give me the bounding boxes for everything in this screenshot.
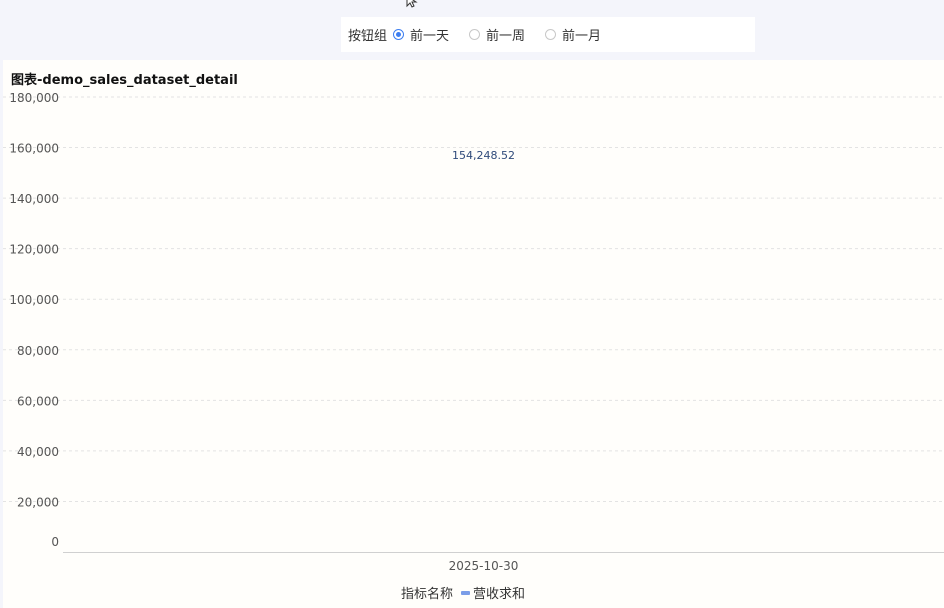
radio-previous-month[interactable]: 前一月 xyxy=(545,25,601,44)
radio-checked-icon xyxy=(393,29,405,40)
legend-title: 指标名称 xyxy=(401,587,454,602)
button-group-filter: 按钮组 前一天 前一周 前一月 xyxy=(341,17,755,52)
chart-panel: 图表-demo_sales_dataset_detail 0 20,000 40,0… xyxy=(3,60,944,608)
radio-label: 前一天 xyxy=(410,29,450,44)
mouse-cursor-icon xyxy=(406,0,418,8)
radio-label: 前一月 xyxy=(562,29,602,44)
radio-previous-day[interactable]: 前一天 xyxy=(393,25,449,44)
x-tick-label: 2025-10-30 xyxy=(449,559,519,573)
legend-series-label: 营收求和 xyxy=(473,587,526,602)
legend-swatch-icon xyxy=(461,590,471,595)
y-tick-label: 0 xyxy=(51,535,59,549)
dashboard-page: 按钮组 前一天 前一周 前一月 图表-demo_sales_dataset_de… xyxy=(0,0,944,608)
radio-unchecked-icon xyxy=(545,29,557,40)
y-tick-label: 160,000 xyxy=(9,142,59,156)
y-tick-label: 80,000 xyxy=(17,344,59,358)
bar-chart: 0 20,000 40,000 60,000 80,000 100,000 120,000 1… xyxy=(3,91,944,573)
chart-legend[interactable]: 指标名称 营收求和 xyxy=(401,583,525,602)
y-tick-label: 120,000 xyxy=(9,243,59,257)
y-tick-label: 20,000 xyxy=(17,495,59,509)
y-tick-label: 100,000 xyxy=(9,293,59,307)
y-tick-label: 180,000 xyxy=(9,91,59,105)
y-tick-label: 60,000 xyxy=(17,394,59,408)
data-label: 154,248.52 xyxy=(452,149,515,162)
y-tick-label: 140,000 xyxy=(9,192,59,206)
radio-previous-week[interactable]: 前一周 xyxy=(469,25,525,44)
filter-label: 按钮组 xyxy=(348,29,388,44)
radio-unchecked-icon xyxy=(469,29,481,40)
radio-label: 前一周 xyxy=(486,29,526,44)
y-tick-label: 40,000 xyxy=(17,445,59,459)
